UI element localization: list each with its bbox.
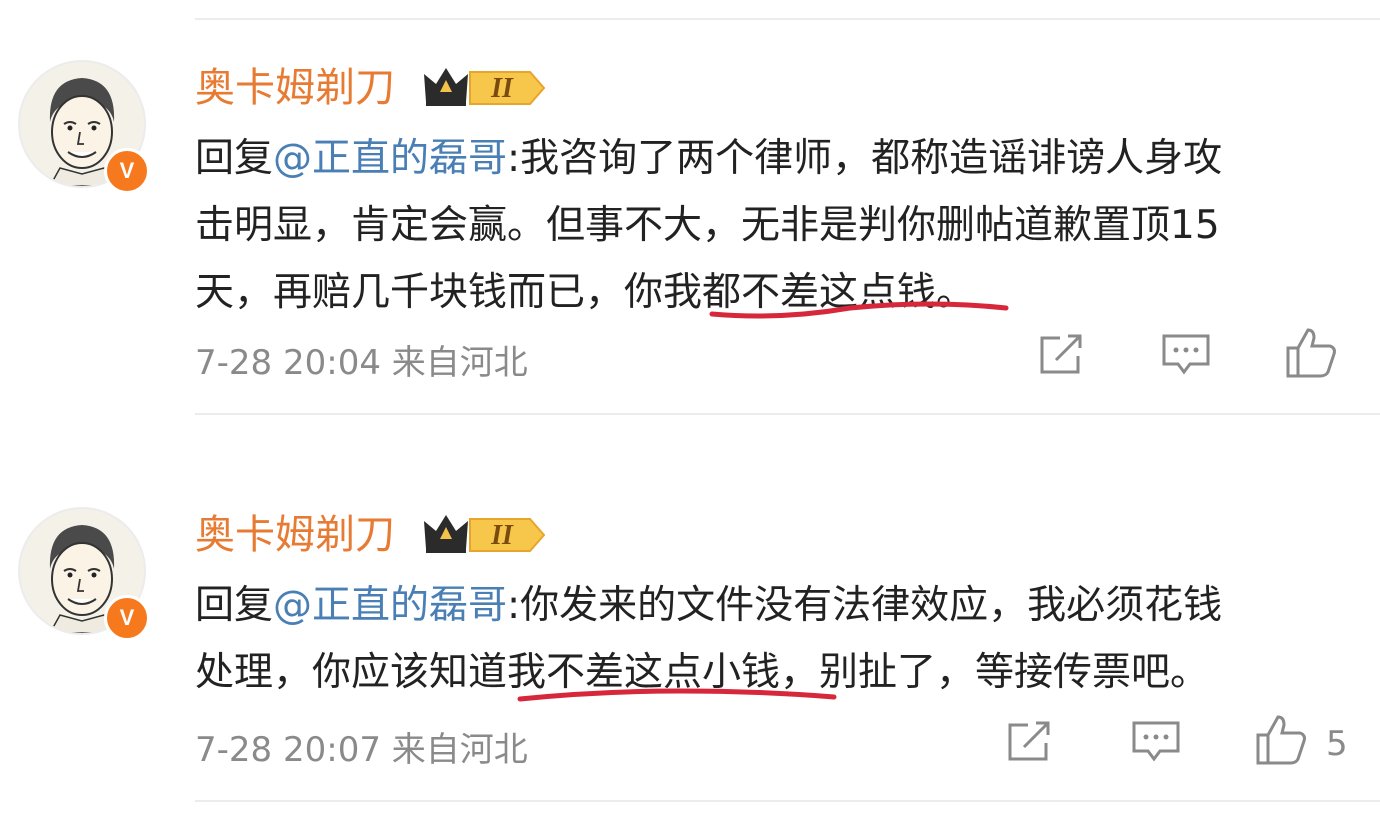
level-text: II [490, 520, 514, 551]
reply-prefix: 回复 [195, 583, 274, 628]
mention-colon: : [507, 583, 521, 628]
verified-badge-icon: V [104, 148, 150, 194]
author-name[interactable]: 奥卡姆剃刀 [195, 62, 395, 114]
comment-meta: 7-28 20:04 来自河北 [195, 335, 528, 384]
mention-link[interactable]: @正直的磊哥 [273, 583, 507, 628]
comment-text: 你发来的文件没有法律效应，我必须花钱 [520, 583, 1223, 628]
comment-meta: 7-28 20:07 来自河北 [195, 722, 528, 771]
level-crown-icon: II [420, 62, 548, 110]
timestamp: 7-28 20:07 [195, 730, 381, 770]
verified-badge-icon: V [104, 595, 150, 641]
location: 来自河北 [391, 730, 528, 770]
level-text: II [490, 73, 514, 104]
like-icon[interactable] [1282, 326, 1338, 378]
location: 来自河北 [391, 343, 528, 383]
like-icon[interactable] [1252, 713, 1308, 765]
comment-line: 回复@正直的磊哥:我咨询了两个律师，都称造谣诽谤人身攻 [195, 125, 1335, 192]
reply-prefix: 回复 [195, 136, 274, 181]
comment-text: 我咨询了两个律师，都称造谣诽谤人身攻 [520, 136, 1223, 181]
mention-colon: : [507, 136, 521, 181]
share-icon[interactable] [1002, 717, 1058, 767]
comment-icon[interactable] [1158, 330, 1214, 380]
comment-text: 天，再赔几千块钱而已，你 [195, 270, 664, 315]
comment-divider [195, 413, 1380, 415]
comment-item: V 奥卡姆剃刀 II 回复@正直的磊哥:我咨询了两个律师，都称造谣诽谤人身攻 击… [0, 0, 1380, 390]
mention-link[interactable]: @正直的磊哥 [273, 136, 507, 181]
comment-text: 处理，你应该知 [195, 650, 469, 695]
red-underline-annotation [709, 301, 1009, 319]
comment-line: 回复@正直的磊哥:你发来的文件没有法律效应，我必须花钱 [195, 572, 1335, 639]
level-crown-icon: II [420, 509, 548, 557]
red-underline-annotation [517, 688, 837, 702]
comment-icon[interactable] [1128, 717, 1184, 767]
share-icon[interactable] [1034, 330, 1090, 380]
author-name[interactable]: 奥卡姆剃刀 [195, 509, 395, 561]
like-count: 5 [1326, 724, 1348, 764]
comment-item: V 奥卡姆剃刀 II 回复@正直的磊哥:你发来的文件没有法律效应，我必须花钱 处… [0, 447, 1380, 837]
timestamp: 7-28 20:04 [195, 343, 381, 383]
comment-line: 击明显，肯定会赢。但事不大，无非是判你删帖道歉置顶15 [195, 203, 1220, 248]
bottom-divider [195, 800, 1380, 802]
